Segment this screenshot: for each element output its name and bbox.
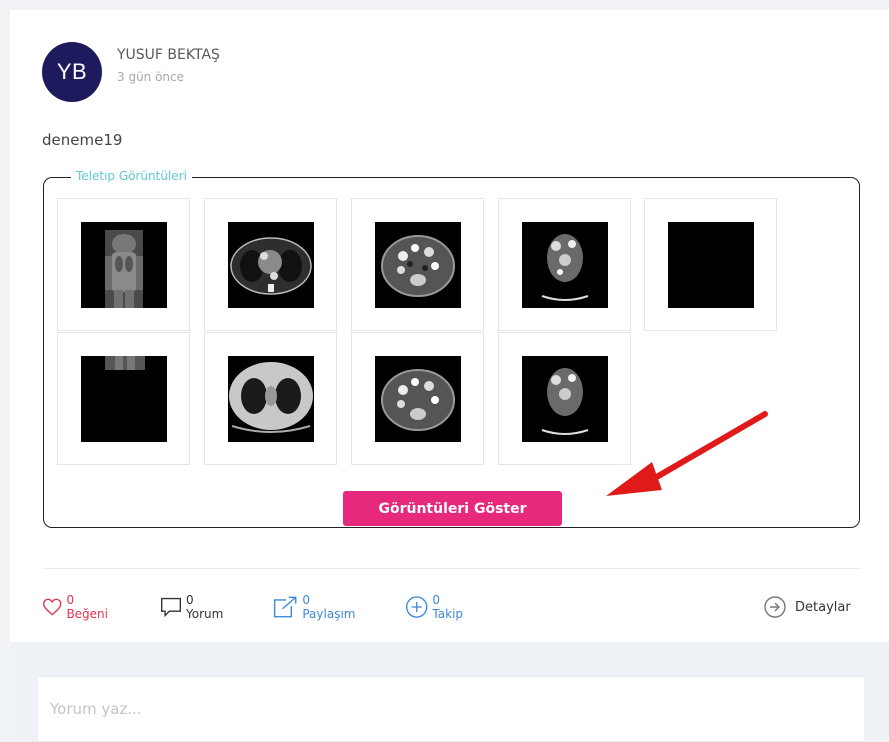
share-count: 0 Paylaşım xyxy=(302,593,356,621)
gallery-thumbnail[interactable] xyxy=(351,198,484,331)
gallery-thumbnail[interactable] xyxy=(57,332,190,465)
divider xyxy=(43,568,860,569)
gallery-thumbnail[interactable] xyxy=(644,198,777,331)
follow-count: 0 Takip xyxy=(432,593,464,621)
ct-image-neck-2 xyxy=(521,355,608,442)
show-images-button[interactable]: Görüntüleri Göster xyxy=(343,491,562,526)
ct-image-topogram-partial xyxy=(80,355,167,442)
gallery-thumbnail[interactable] xyxy=(204,332,337,465)
post-text: deneme19 xyxy=(42,131,123,149)
like-button[interactable]: 0 Beğeni xyxy=(42,592,112,622)
share-external-icon xyxy=(273,596,297,618)
post-timestamp: 3 gün önce xyxy=(117,70,185,84)
heart-icon xyxy=(43,598,62,616)
ct-image-blank xyxy=(667,221,754,308)
gallery-thumbnail[interactable] xyxy=(57,198,190,331)
gallery-thumbnail[interactable] xyxy=(204,198,337,331)
author-name[interactable]: YUSUF BEKTAŞ xyxy=(117,47,220,63)
ct-image-abdomen xyxy=(374,221,461,308)
details-link[interactable]: Detaylar xyxy=(763,592,851,622)
follow-button[interactable]: 0 Takip xyxy=(405,592,468,622)
comment-count: 0 Yorum xyxy=(186,593,224,621)
arrow-right-circle-icon xyxy=(764,596,786,618)
share-button[interactable]: 0 Paylaşım xyxy=(272,592,359,622)
plus-circle-icon xyxy=(406,596,428,618)
gallery-legend: Teletıp Görüntüleri xyxy=(71,169,192,183)
avatar[interactable]: YB xyxy=(42,42,102,102)
ct-image-neck xyxy=(521,221,608,308)
ct-image-topogram xyxy=(80,221,167,308)
like-count: 0 Beğeni xyxy=(66,593,108,621)
post-card: YB YUSUF BEKTAŞ 3 gün önce deneme19 Tele… xyxy=(10,10,889,742)
details-label: Detaylar xyxy=(795,599,851,615)
comment-section xyxy=(10,642,889,742)
comment-button[interactable]: 0 Yorum xyxy=(160,592,227,622)
annotation-arrow-icon xyxy=(606,411,768,496)
ct-image-thorax xyxy=(227,221,314,308)
comment-icon xyxy=(161,597,181,618)
ct-image-abdomen-2 xyxy=(374,355,461,442)
comment-input[interactable] xyxy=(37,676,865,742)
avatar-initials: YB xyxy=(56,59,88,84)
gallery-thumbnail[interactable] xyxy=(351,332,484,465)
gallery-thumbnail[interactable] xyxy=(498,198,631,331)
ct-image-lung xyxy=(227,355,314,442)
